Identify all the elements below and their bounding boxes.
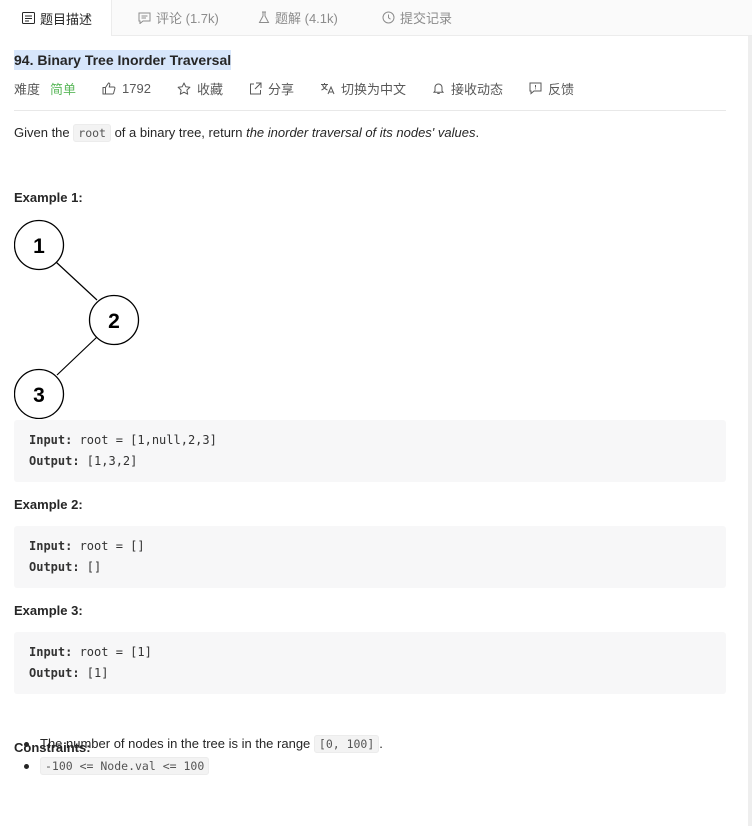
difficulty: 难度 简单: [14, 79, 76, 98]
difficulty-value: 简单: [50, 81, 77, 97]
bell-icon: [432, 83, 445, 94]
share-label: 分享: [267, 81, 294, 97]
thumbs-up-icon: [102, 81, 116, 94]
output-value: [1,3,2]: [79, 454, 138, 468]
example-1-tree-image: 1 2 3: [14, 219, 140, 419]
tree-node-label: 1: [33, 235, 45, 258]
switch-language-label: 切换为中文: [340, 81, 406, 97]
constraints-list: The number of nodes in the tree is in th…: [0, 733, 383, 777]
switch-language-button[interactable]: 切换为中文: [320, 79, 406, 98]
tab-description[interactable]: 题目描述: [0, 0, 112, 36]
constraint-text: .: [379, 736, 383, 751]
input-value: root = [1]: [72, 645, 152, 659]
feedback-button[interactable]: 反馈: [529, 79, 574, 98]
example-3-code-block: Input: root = [1] Output: [1]: [14, 632, 726, 694]
tab-submissions[interactable]: 提交记录: [382, 0, 452, 35]
share-button[interactable]: 分享: [249, 79, 294, 98]
tree-node-label: 3: [33, 384, 45, 407]
example-1-code-block: Input: root = [1,null,2,3] Output: [1,3,…: [14, 420, 726, 482]
output-value: [1]: [79, 666, 109, 680]
input-label: Input:: [29, 433, 73, 447]
tab-label: 题解 (4.1k): [275, 11, 338, 26]
output-label: Output:: [29, 560, 80, 574]
tab-solutions[interactable]: 题解 (4.1k): [258, 0, 338, 35]
feedback-label: 反馈: [548, 81, 575, 97]
description-text: of a binary tree, return: [110, 125, 247, 140]
problem-title: 94. Binary Tree Inorder Traversal: [14, 50, 232, 70]
tab-label: 提交记录: [400, 11, 453, 26]
input-label: Input:: [29, 645, 73, 659]
favorite-button[interactable]: 收藏: [177, 79, 223, 98]
like-count: 1792: [122, 80, 151, 96]
output-label: Output:: [29, 666, 80, 680]
problem-meta-bar: 难度 简单 1792 收藏 分享 切换为中文 接收动态 反馈: [14, 78, 600, 98]
inline-code: root: [73, 124, 111, 142]
subscribe-button[interactable]: 接收动态: [432, 79, 503, 98]
description-text: Given the: [14, 125, 74, 140]
description-icon: [22, 12, 35, 24]
example-2-code-block: Input: root = [] Output: []: [14, 526, 726, 588]
description-text: .: [475, 125, 480, 140]
input-label: Input:: [29, 539, 73, 553]
output-label: Output:: [29, 454, 80, 468]
star-icon: [177, 82, 191, 95]
example-3-heading: Example 3:: [14, 603, 83, 618]
tab-comments[interactable]: 评论 (1.7k): [138, 0, 219, 35]
divider: [14, 110, 726, 111]
constraint-text: The number of nodes in the tree is in th…: [40, 736, 314, 751]
tree-edge: [55, 261, 98, 301]
feedback-icon: [529, 82, 542, 95]
description-emphasis: the inorder traversal of its nodes' valu…: [246, 125, 476, 140]
subscribe-label: 接收动态: [451, 81, 504, 97]
inline-code: [0, 100]: [313, 735, 380, 753]
flask-icon: [258, 11, 270, 23]
tab-bar: 题目描述 评论 (1.7k) 题解 (4.1k) 提交记录: [0, 0, 752, 36]
comment-icon: [138, 12, 151, 24]
inline-code: -100 <= Node.val <= 100: [40, 757, 210, 775]
tree-node-label: 2: [108, 310, 120, 333]
difficulty-label: 难度: [14, 81, 41, 97]
example-1-heading: Example 1:: [14, 190, 83, 205]
output-value: []: [79, 560, 102, 574]
input-value: root = []: [72, 539, 145, 553]
like-button[interactable]: 1792: [102, 81, 151, 96]
problem-description: Given the root of a binary tree, return …: [14, 123, 479, 143]
scrollbar[interactable]: [748, 36, 752, 826]
tab-label: 评论 (1.7k): [156, 11, 219, 26]
example-2-heading: Example 2:: [14, 497, 83, 512]
share-icon: [249, 82, 262, 94]
tab-label: 题目描述: [40, 11, 93, 27]
input-value: root = [1,null,2,3]: [72, 433, 217, 447]
favorite-label: 收藏: [196, 81, 223, 97]
translate-icon: [320, 82, 335, 94]
tree-edge: [56, 336, 98, 376]
list-item: The number of nodes in the tree is in th…: [0, 733, 383, 755]
list-item: -100 <= Node.val <= 100: [0, 755, 383, 777]
clock-icon: [382, 11, 395, 24]
